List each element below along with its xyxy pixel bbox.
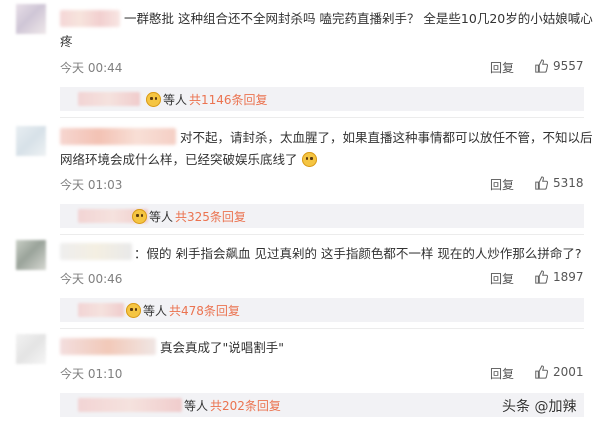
divider	[60, 328, 584, 329]
sub-replies-count[interactable]: 共325条回复	[175, 208, 246, 225]
username-blurred[interactable]	[60, 10, 120, 27]
watermark: 头条 @加辣	[502, 399, 577, 415]
sub-replies-suffix: 等人	[149, 210, 174, 224]
reply-button[interactable]: 回复	[490, 270, 514, 287]
comment-time: 今天 01:03	[60, 178, 123, 192]
comment-text-line2: 疼	[60, 34, 73, 49]
sub-replier-blurred	[78, 303, 124, 317]
reply-button[interactable]: 回复	[490, 176, 514, 193]
reply-button[interactable]: 回复	[490, 59, 514, 76]
emoji-icon	[146, 92, 161, 107]
divider	[60, 117, 584, 118]
emoji-icon	[126, 303, 141, 318]
sub-replier-blurred	[78, 92, 140, 106]
comment-text-line1: 真会真成了"说唱割手"	[160, 340, 284, 355]
sub-replies-summary: 等人 共325条回复	[132, 208, 246, 225]
sub-replies-suffix: 等人	[143, 304, 168, 318]
sub-replies-count[interactable]: 共478条回复	[169, 302, 240, 319]
comment-text-line2-content: 网络环境会成什么样，已经突破娱乐底线了	[60, 152, 298, 167]
comment-text-line1: 对不起，请封杀，太血腥了，如果直播这种事情都可以放任不管，不知以后	[180, 130, 593, 145]
like-count: 9557	[553, 59, 584, 73]
comment-text-line1: ：假的 剁手指会飙血 见过真剁的 这手指颜色都不一样 现在的人炒作那么拼命了?	[134, 246, 582, 261]
comment-time: 今天 00:46	[60, 272, 123, 286]
sub-replies-summary: 等人 共478条回复	[126, 302, 240, 319]
avatar[interactable]	[16, 240, 46, 270]
avatar[interactable]	[16, 126, 46, 156]
like-button[interactable]: 9557	[534, 59, 584, 73]
reply-button[interactable]: 回复	[490, 365, 514, 382]
thumbs-up-icon	[535, 365, 548, 379]
sub-replies-count[interactable]: 共1146条回复	[189, 91, 268, 108]
sub-replies-suffix: 等人	[184, 399, 209, 413]
comment-text-line1: 一群憨批 这种组合还不全网封杀吗 嗑完药直播剁手？ 全是些10几20岁的小姑娘喊…	[124, 11, 593, 26]
username-blurred[interactable]	[60, 243, 132, 260]
sub-replies-summary: 等人 共202条回复	[184, 397, 281, 414]
avatar[interactable]	[16, 4, 46, 34]
sub-replies-bar[interactable]: 等人 共478条回复	[60, 298, 584, 322]
sub-replies-summary: 等人 共1146条回复	[146, 91, 268, 108]
comment-time: 今天 01:10	[60, 367, 123, 381]
like-button[interactable]: 2001	[534, 365, 584, 379]
divider	[60, 234, 584, 235]
username-blurred[interactable]	[60, 128, 176, 145]
sub-replier-blurred	[78, 398, 182, 412]
like-button[interactable]: 1897	[534, 270, 584, 284]
like-count: 1897	[553, 270, 584, 284]
thumbs-up-icon	[535, 176, 548, 190]
like-count: 2001	[553, 365, 584, 379]
avatar[interactable]	[16, 334, 46, 364]
emoji-icon	[132, 209, 147, 224]
emoji-icon	[301, 152, 317, 167]
like-button[interactable]: 5318	[534, 176, 584, 190]
thumbs-up-icon	[535, 270, 548, 284]
comment-text-line2: 网络环境会成什么样，已经突破娱乐底线了	[60, 149, 317, 171]
sub-replies-count[interactable]: 共202条回复	[210, 397, 281, 414]
username-blurred[interactable]	[60, 338, 156, 355]
sub-replies-bar[interactable]: 等人 共1146条回复	[60, 87, 584, 111]
comment-time: 今天 00:44	[60, 61, 123, 75]
like-count: 5318	[553, 176, 584, 190]
thumbs-up-icon	[535, 59, 548, 73]
sub-replies-suffix: 等人	[163, 93, 188, 107]
sub-replies-bar[interactable]: 等人 共325条回复	[60, 204, 584, 228]
